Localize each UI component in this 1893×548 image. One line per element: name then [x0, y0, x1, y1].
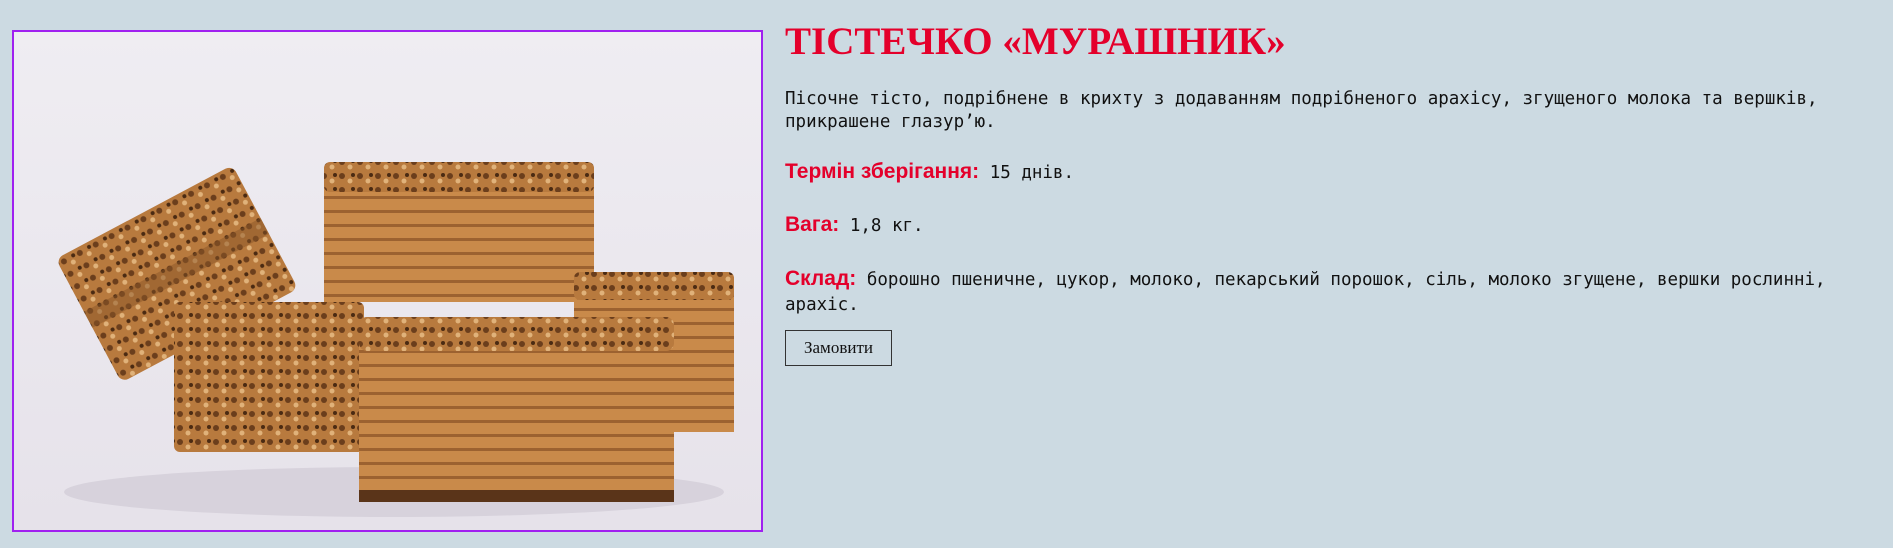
- product-image: [12, 30, 763, 532]
- order-button[interactable]: Замовити: [785, 330, 892, 366]
- composition-value: борошно пшеничне, цукор, молоко, пекарсь…: [785, 270, 1826, 315]
- storage-value: 15 днів.: [989, 163, 1075, 183]
- product-description: Пісочне тісто, подрібнене в крихту з дод…: [785, 89, 1818, 132]
- product-info: ТІСТЕЧКО «МУРАШНИК» Пісочне тісто, подрі…: [785, 0, 1885, 366]
- weight-row: Вага: 1,8 кг.: [785, 213, 1885, 238]
- weight-value: 1,8 кг.: [849, 216, 924, 236]
- composition-row: Склад: борошно пшеничне, цукор, молоко, …: [785, 266, 1885, 318]
- composition-label: Склад:: [785, 267, 857, 290]
- storage-label: Термін зберігання:: [785, 160, 980, 183]
- page-title: ТІСТЕЧКО «МУРАШНИК»: [785, 20, 1286, 63]
- cake-photo-icon: [14, 32, 761, 530]
- storage-row: Термін зберігання: 15 днів.: [785, 160, 1885, 185]
- weight-label: Вага:: [785, 213, 840, 236]
